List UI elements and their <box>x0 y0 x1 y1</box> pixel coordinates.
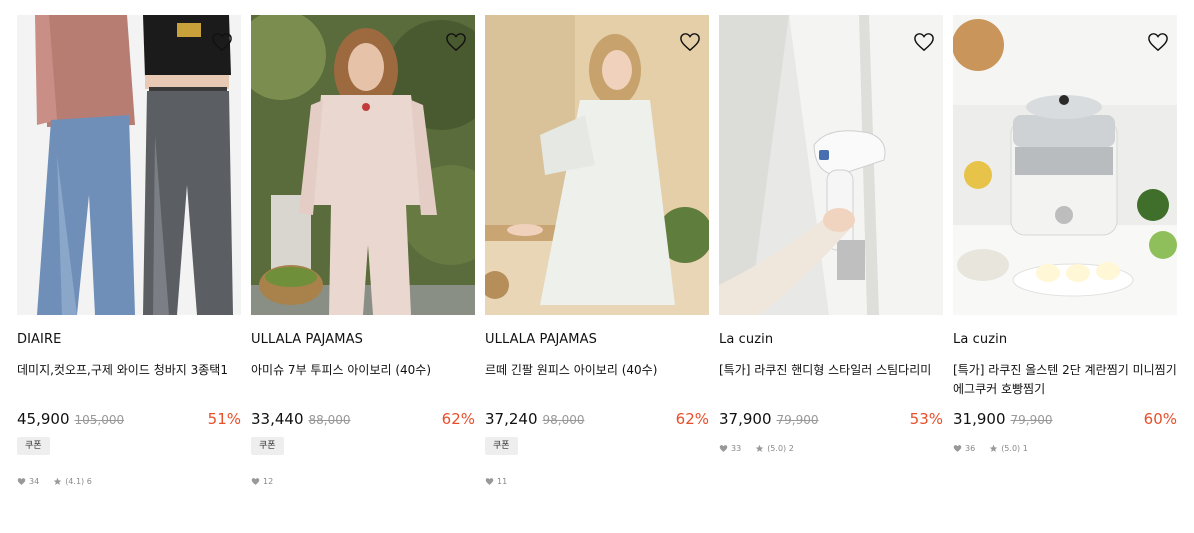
product-card[interactable]: DIAIRE 데미지,컷오프,구제 와이드 청바지 3종택1 45,900 10… <box>17 15 241 486</box>
product-image[interactable] <box>719 15 943 315</box>
product-brand[interactable]: La cuzin <box>719 332 943 348</box>
product-card[interactable]: ULLALA PAJAMAS 아미슈 7부 투피스 아이보리 (40수) 33,… <box>251 15 475 486</box>
rating-text: (4.1) 6 <box>65 477 92 486</box>
product-image[interactable] <box>17 15 241 315</box>
coupon-badge: 쿠폰 <box>17 437 50 455</box>
product-meta: 12 <box>251 477 475 486</box>
heart-icon <box>953 445 962 452</box>
product-title[interactable]: 르떼 긴팔 원피스 아이보리 (40수) <box>485 361 709 399</box>
sale-price: 37,240 <box>485 410 538 428</box>
heart-icon <box>251 478 260 485</box>
product-brand[interactable]: ULLALA PAJAMAS <box>251 332 475 348</box>
heart-icon <box>485 478 494 485</box>
coupon-badge: 쿠폰 <box>251 437 284 455</box>
wishlist-heart-icon[interactable] <box>913 32 935 52</box>
sale-price: 33,440 <box>251 410 304 428</box>
like-count: 12 <box>263 477 274 486</box>
wishlist-heart-icon[interactable] <box>445 32 467 52</box>
coupon-badge: 쿠폰 <box>485 437 518 455</box>
product-meta: 33 (5.0) 2 <box>719 444 943 453</box>
product-brand[interactable]: La cuzin <box>953 332 1177 348</box>
price-row: 33,440 88,000 62% <box>251 410 475 430</box>
product-title[interactable]: 데미지,컷오프,구제 와이드 청바지 3종택1 <box>17 361 241 399</box>
like-count: 33 <box>731 444 742 453</box>
like-count: 11 <box>497 477 508 486</box>
sale-price: 45,900 <box>17 410 70 428</box>
product-card[interactable]: ULLALA PAJAMAS 르떼 긴팔 원피스 아이보리 (40수) 37,2… <box>485 15 709 486</box>
product-card[interactable]: La cuzin [특가] 라쿠진 올스텐 2단 계란찜기 미니찜기 에그쿠커 … <box>953 15 1177 486</box>
product-image[interactable] <box>251 15 475 315</box>
wishlist-heart-icon[interactable] <box>211 32 233 52</box>
wishlist-heart-icon[interactable] <box>1147 32 1169 52</box>
original-price: 88,000 <box>308 413 351 427</box>
price-row: 31,900 79,900 60% <box>953 410 1177 430</box>
product-title[interactable]: 아미슈 7부 투피스 아이보리 (40수) <box>251 361 475 399</box>
sale-price: 37,900 <box>719 410 772 428</box>
rating-text: (5.0) 1 <box>1001 444 1028 453</box>
wishlist-heart-icon[interactable] <box>679 32 701 52</box>
product-title[interactable]: [특가] 라쿠진 핸디형 스타일러 스팀다리미 <box>719 361 943 399</box>
star-icon <box>989 444 998 452</box>
product-image[interactable] <box>485 15 709 315</box>
price-row: 45,900 105,000 51% <box>17 410 241 430</box>
heart-icon <box>719 445 728 452</box>
original-price: 79,900 <box>1010 413 1053 427</box>
discount-rate: 51% <box>207 410 241 428</box>
original-price: 79,900 <box>776 413 819 427</box>
product-brand[interactable]: DIAIRE <box>17 332 241 348</box>
product-grid: DIAIRE 데미지,컷오프,구제 와이드 청바지 3종택1 45,900 10… <box>17 15 1177 486</box>
discount-rate: 62% <box>441 410 475 428</box>
product-brand[interactable]: ULLALA PAJAMAS <box>485 332 709 348</box>
rating-text: (5.0) 2 <box>767 444 794 453</box>
sale-price: 31,900 <box>953 410 1006 428</box>
heart-icon <box>17 478 26 485</box>
star-icon <box>53 477 62 485</box>
original-price: 98,000 <box>542 413 585 427</box>
discount-rate: 60% <box>1143 410 1177 428</box>
product-meta: 34 (4.1) 6 <box>17 477 241 486</box>
product-card[interactable]: La cuzin [특가] 라쿠진 핸디형 스타일러 스팀다리미 37,900 … <box>719 15 943 486</box>
like-count: 36 <box>965 444 976 453</box>
star-icon <box>755 444 764 452</box>
price-row: 37,900 79,900 53% <box>719 410 943 430</box>
product-meta: 36 (5.0) 1 <box>953 444 1177 453</box>
original-price: 105,000 <box>74 413 125 427</box>
product-image[interactable] <box>953 15 1177 315</box>
product-meta: 11 <box>485 477 709 486</box>
discount-rate: 53% <box>909 410 943 428</box>
like-count: 34 <box>29 477 40 486</box>
product-title[interactable]: [특가] 라쿠진 올스텐 2단 계란찜기 미니찜기 에그쿠커 호빵찜기 <box>953 361 1177 399</box>
discount-rate: 62% <box>675 410 709 428</box>
price-row: 37,240 98,000 62% <box>485 410 709 430</box>
